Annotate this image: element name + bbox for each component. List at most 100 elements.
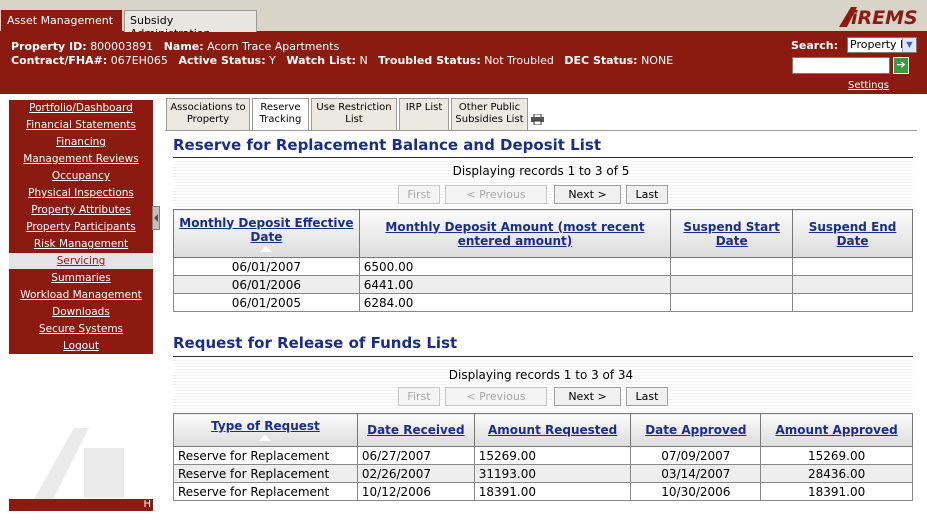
tab-asset-management[interactable]: Asset Management — [1, 10, 122, 32]
table-row[interactable]: Reserve for Replacement 02/26/2007 31193… — [173, 464, 913, 483]
name-label: Name: — [163, 40, 204, 53]
sidebar-item-secure-systems[interactable]: Secure Systems — [9, 321, 153, 337]
sidebar-item-downloads[interactable]: Downloads — [9, 304, 153, 320]
search-go-button[interactable]: ➔ — [893, 57, 909, 74]
column-header-date-received[interactable]: Date Received — [356, 413, 475, 447]
table-cell: 07/09/2007 — [630, 446, 762, 465]
column-header-date-approved[interactable]: Date Approved — [630, 413, 762, 447]
table-cell: 31193.00 — [473, 464, 632, 483]
sidebar-item-management-reviews[interactable]: Management Reviews — [9, 151, 153, 167]
table-cell: 28436.00 — [760, 464, 913, 483]
contract-value: 067EH065 — [110, 54, 168, 67]
table-cell — [670, 293, 794, 312]
table-header-row: Type of Request Date Received Amount Req… — [173, 413, 913, 447]
sidebar-item-portfolio-dashboard[interactable]: Portfolio/Dashboard — [9, 100, 153, 116]
watermark-logo — [29, 428, 124, 508]
property-id-value: 800003891 — [90, 40, 154, 53]
sidebar-item-financing[interactable]: Financing — [9, 134, 153, 150]
watch-list-label: Watch List: — [286, 54, 356, 67]
sidebar: Portfolio/Dashboard Financial Statements… — [9, 98, 153, 511]
reserve-previous-button[interactable]: < Previous — [445, 185, 547, 204]
table-row[interactable]: 06/01/2007 6500.00 — [173, 257, 913, 276]
table-cell: 02/26/2007 — [356, 464, 475, 483]
sort-ascending-icon — [260, 245, 273, 252]
sidebar-item-risk-management[interactable]: Risk Management — [9, 236, 153, 252]
table-cell: Reserve for Replacement — [173, 482, 358, 501]
property-header: Property ID: 800003891 Name: Acorn Trace… — [0, 32, 927, 94]
tab-subsidy-administration[interactable]: Subsidy Administration — [124, 10, 257, 40]
table-cell: 15269.00 — [760, 446, 913, 465]
table-row[interactable]: Reserve for Replacement 10/12/2006 18391… — [173, 482, 913, 501]
table-cell: 18391.00 — [473, 482, 632, 501]
column-header-amount-requested[interactable]: Amount Requested — [473, 413, 632, 447]
table-cell: 06/01/2005 — [173, 293, 360, 312]
sidebar-item-logout[interactable]: Logout — [9, 338, 153, 354]
tab-associations-to-property[interactable]: Associations to Property — [166, 98, 250, 130]
table-cell: 03/14/2007 — [630, 464, 762, 483]
reserve-section-title: Reserve for Replacement Balance and Depo… — [173, 136, 601, 154]
table-cell — [670, 275, 794, 294]
table-cell: 10/12/2006 — [356, 482, 475, 501]
table-cell — [792, 293, 913, 312]
tab-other-public-subsidies-list[interactable]: Other Public Subsidies List — [451, 98, 528, 130]
column-header-suspend-end-date[interactable]: Suspend End Date — [792, 209, 913, 258]
tab-label-line2: List — [345, 114, 363, 125]
sidebar-item-summaries[interactable]: Summaries — [9, 270, 153, 286]
reserve-next-button[interactable]: Next > — [554, 185, 621, 204]
search-input[interactable] — [792, 57, 890, 74]
column-header-monthly-deposit-effective-date[interactable]: Monthly Deposit Effective Date — [173, 209, 360, 258]
tab-label-line1: Associations to — [170, 102, 246, 113]
table-cell: Reserve for Replacement — [173, 464, 358, 483]
table-cell: 06/27/2007 — [356, 446, 475, 465]
sidebar-collapse-handle[interactable] — [152, 206, 160, 230]
release-record-count: Displaying records 1 to 3 of 34 — [448, 368, 634, 382]
column-header-amount-approved[interactable]: Amount Approved — [760, 413, 913, 447]
tab-reserve-tracking[interactable]: Reserve Tracking — [252, 98, 309, 131]
table-row[interactable]: 06/01/2006 6441.00 — [173, 275, 913, 294]
tab-use-restriction-list[interactable]: Use Restriction List — [311, 98, 397, 130]
sidebar-item-occupancy[interactable]: Occupancy — [9, 168, 153, 184]
reserve-first-button[interactable]: First — [398, 185, 440, 204]
dec-status-value: NONE — [641, 54, 674, 67]
table-cell: 18391.00 — [760, 482, 913, 501]
divider — [173, 356, 913, 357]
tab-irp-list[interactable]: IRP List — [399, 98, 449, 130]
chevron-down-icon[interactable]: ▼ — [902, 38, 916, 52]
sidebar-item-servicing[interactable]: Servicing — [9, 253, 153, 269]
release-last-button[interactable]: Last — [626, 387, 668, 406]
table-row[interactable]: 06/01/2005 6284.00 — [173, 293, 913, 312]
table-row[interactable]: Reserve for Replacement 06/27/2007 15269… — [173, 446, 913, 465]
settings-link[interactable]: Settings — [848, 80, 889, 91]
column-header-type-of-request[interactable]: Type of Request — [173, 413, 358, 447]
sidebar-item-workload-management[interactable]: Workload Management — [9, 287, 153, 303]
main-content: Reserve for Replacement Balance and Depo… — [165, 130, 917, 531]
release-next-button[interactable]: Next > — [554, 387, 621, 406]
tab-label-line2: IRP List — [405, 102, 443, 113]
svg-text:iREMS: iREMS — [851, 7, 918, 29]
sidebar-item-financial-statements[interactable]: Financial Statements — [9, 117, 153, 133]
reserve-record-count: Displaying records 1 to 3 of 5 — [452, 164, 630, 178]
sidebar-item-physical-inspections[interactable]: Physical Inspections — [9, 185, 153, 201]
release-previous-button[interactable]: < Previous — [445, 387, 547, 406]
reserve-last-button[interactable]: Last — [626, 185, 668, 204]
name-value: Acorn Trace Apartments — [207, 40, 340, 53]
release-section-title: Request for Release of Funds List — [173, 334, 458, 352]
tab-label-line1: Use Restriction — [316, 102, 392, 113]
table-cell: 06/01/2007 — [173, 257, 360, 276]
search-type-select[interactable]: Property ID ▼ — [847, 37, 917, 53]
sidebar-item-property-attributes[interactable]: Property Attributes — [9, 202, 153, 218]
table-cell — [792, 257, 913, 276]
release-first-button[interactable]: First — [398, 387, 440, 406]
column-header-suspend-start-date[interactable]: Suspend Start Date — [670, 209, 794, 258]
printer-icon[interactable] — [530, 114, 545, 125]
tab-label-line2: Tracking — [259, 114, 302, 125]
column-header-monthly-deposit-amount[interactable]: Monthly Deposit Amount (most recent ente… — [358, 209, 672, 258]
table-cell: 06/01/2006 — [173, 275, 360, 294]
troubled-status-value: Not Troubled — [484, 54, 554, 67]
sidebar-item-property-participants[interactable]: Property Participants — [9, 219, 153, 235]
contract-label: Contract/FHA#: — [11, 54, 108, 67]
table-cell: 6284.00 — [358, 293, 672, 312]
sidebar-nav: Portfolio/Dashboard Financial Statements… — [9, 100, 153, 354]
tab-label-line2: Subsidies List — [455, 114, 524, 125]
search-label: Search: — [791, 39, 838, 52]
